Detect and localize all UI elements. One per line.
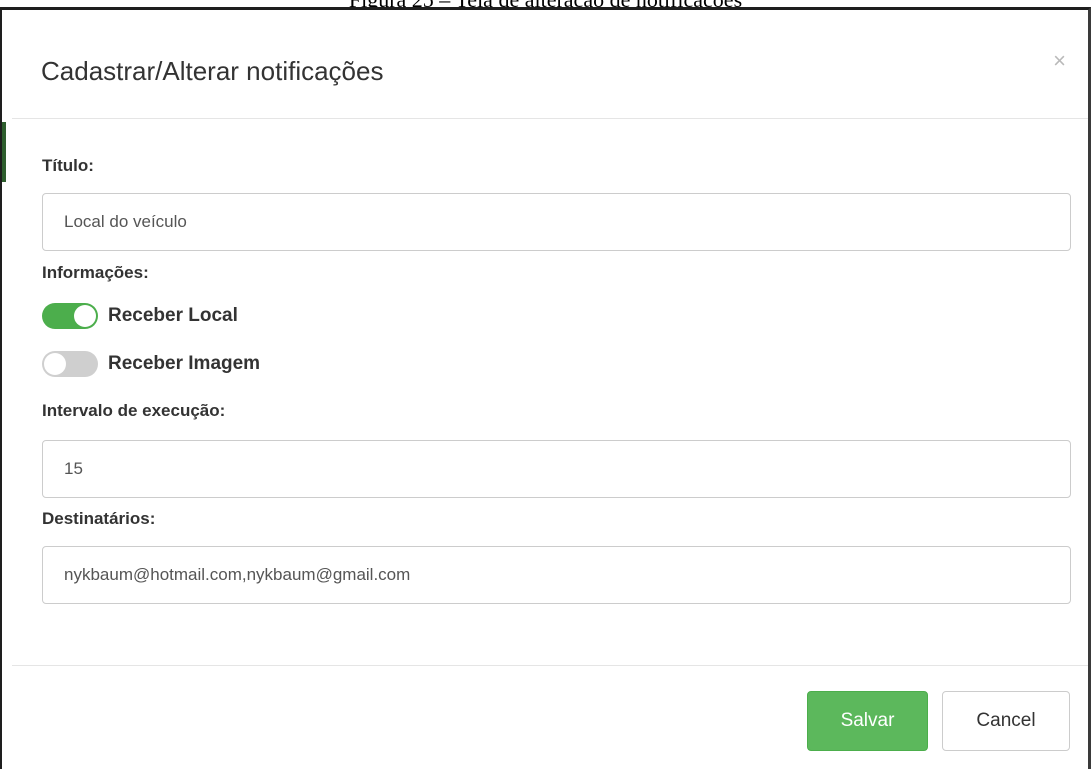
modal-header: Cadastrar/Alterar notificações ×: [12, 10, 1088, 119]
recipients-input[interactable]: nykbaum@hotmail.com,nykbaum@gmail.com: [42, 546, 1071, 604]
title-label: Título:: [42, 156, 94, 175]
switch-knob: [44, 353, 66, 375]
title-input[interactable]: Local do veículo: [42, 193, 1071, 251]
save-button[interactable]: Salvar: [807, 691, 928, 751]
footer-divider: [12, 665, 1088, 666]
toggle-receive-image[interactable]: Receber Imagem: [42, 350, 260, 378]
receive-image-label: Receber Imagem: [108, 353, 261, 374]
close-icon[interactable]: ×: [1053, 50, 1066, 72]
background-window-edge: [2, 122, 6, 182]
receive-image-switch[interactable]: [42, 351, 98, 377]
receive-location-switch[interactable]: [42, 303, 98, 329]
recipients-label: Destinatários:: [42, 509, 156, 528]
interval-label: Intervalo de execução:: [42, 401, 226, 420]
receive-location-label: Receber Local: [108, 305, 238, 326]
interval-input[interactable]: 15: [42, 440, 1071, 498]
notification-modal: Cadastrar/Alterar notificações × Título:…: [0, 7, 1091, 769]
cancel-button[interactable]: Cancel: [942, 691, 1070, 751]
switch-knob: [74, 305, 96, 327]
info-label: Informações:: [42, 263, 149, 282]
modal-title: Cadastrar/Alterar notificações: [41, 56, 384, 86]
toggle-receive-location[interactable]: Receber Local: [42, 302, 238, 330]
